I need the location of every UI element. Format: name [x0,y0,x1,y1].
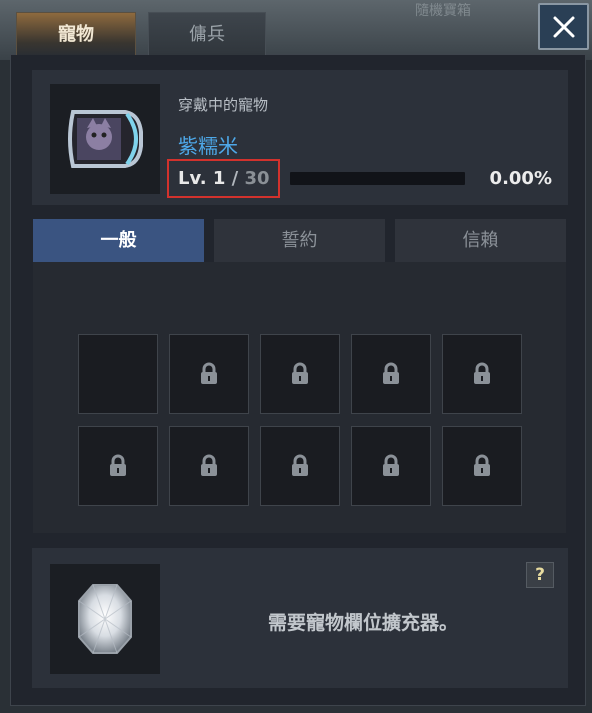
pet-slot-locked[interactable] [351,334,431,414]
level-max: 30 [244,168,270,189]
crystal-icon [78,584,132,654]
pet-name: 紫糯米 [178,134,238,158]
lock-icon [292,454,308,476]
pet-portrait-icon [68,110,143,168]
exp-percent: 0.00% [489,168,552,189]
pet-slot-open[interactable] [78,334,158,414]
close-icon [553,16,574,37]
pet-slot-locked[interactable] [442,334,522,414]
pet-slot-locked[interactable] [351,426,431,506]
lock-icon [292,362,308,384]
slot-expander-panel: ? 需要寵物欄位擴充器。 [32,548,568,688]
background-window-title: 隨機寶箱 [415,3,471,19]
subtab-trust[interactable]: 信賴 [395,219,566,262]
tab-pets[interactable]: 寵物 [16,12,136,55]
lock-icon [474,362,490,384]
lock-icon [383,454,399,476]
pet-slot-grid [33,262,566,533]
pet-slot-locked[interactable] [169,334,249,414]
equipped-pet-label: 穿戴中的寵物 [178,96,269,114]
pet-slot-locked[interactable] [260,426,340,506]
exp-bar [290,172,465,185]
lock-icon [201,362,217,384]
pet-level: Lv. 1 / 30 [178,168,270,189]
lock-icon [383,362,399,384]
level-separator: / [231,168,239,189]
help-button[interactable]: ? [526,562,554,588]
subtab-general[interactable]: 一般 [33,219,204,262]
lock-icon [110,454,126,476]
level-prefix: Lv. [178,168,207,189]
tab-mercenary[interactable]: 傭兵 [148,12,266,55]
level-current: 1 [212,168,226,189]
equipped-pet-card: 穿戴中的寵物 紫糯米 Lv. 1 / 30 0.00% [32,70,568,205]
lock-icon [474,454,490,476]
slot-expander-item[interactable] [50,564,160,674]
subtab-oath[interactable]: 誓約 [214,219,385,262]
pet-thumbnail[interactable] [50,84,160,194]
lock-icon [201,454,217,476]
close-button[interactable] [538,3,589,50]
expander-required-message: 需要寵物欄位擴充器。 [267,612,458,634]
pet-slot-locked[interactable] [78,426,158,506]
pet-slot-locked[interactable] [169,426,249,506]
pet-slot-locked[interactable] [260,334,340,414]
pet-slot-locked[interactable] [442,426,522,506]
